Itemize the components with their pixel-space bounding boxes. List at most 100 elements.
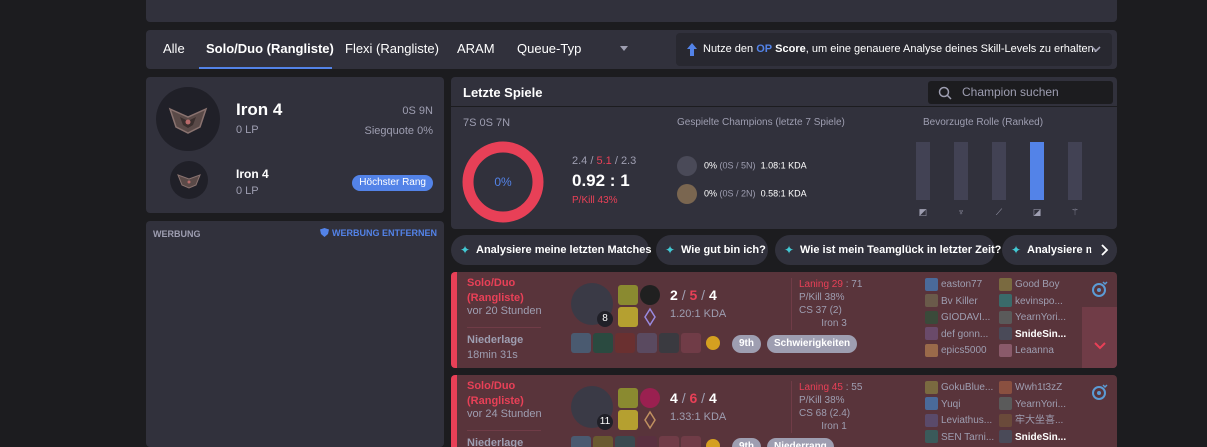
recent-summary: 7S 0S 7N [463, 117, 511, 129]
team-blue-list: GokuBlue... Yuqi Leviathus... SEN Tarni.… [925, 380, 994, 446]
tab-aram[interactable]: ARAM [457, 30, 495, 69]
match-kda-ratio: 1.20:1 KDA [670, 308, 727, 320]
player-row[interactable]: GokuBlue... [925, 380, 994, 397]
item-icon[interactable] [571, 333, 591, 353]
chips-next-button[interactable] [1091, 237, 1117, 263]
player-row[interactable]: Leaanna [999, 343, 1066, 360]
recent-games-header: Letzte Spiele Champion suchen [451, 77, 1117, 107]
player-name: def gonn... [941, 328, 989, 340]
item-icon[interactable] [615, 436, 635, 447]
chip-analyze-matches[interactable]: ✦ Analysiere meine letzten Matches [451, 235, 651, 265]
match-card[interactable]: Solo/Duo (Rangliste) vor 20 Stunden Niede… [451, 272, 1117, 368]
remove-ads-label: WERBUNG ENTFERNEN [332, 228, 437, 238]
player-row[interactable]: Yuqi [925, 397, 994, 414]
summoner-spell-icon[interactable] [618, 388, 638, 408]
player-row[interactable]: kevinspo... [999, 294, 1066, 311]
champion-row[interactable]: 0% (0S / 2N) 0.58:1 KDA [677, 184, 807, 204]
player-row[interactable]: YearnYori... [999, 397, 1066, 414]
player-row[interactable]: GIODAVI... [925, 310, 990, 327]
item-icon[interactable] [593, 436, 613, 447]
champion-icon [999, 327, 1012, 341]
item-icon[interactable] [593, 333, 613, 353]
player-name: Leviathus... [941, 415, 993, 426]
match-avg-rank: Iron 1 [821, 421, 847, 432]
player-name: YearnYori... [1015, 398, 1066, 410]
player-row[interactable]: 牢大坐喜... [999, 413, 1066, 430]
player-row[interactable]: SEN Tarni... [925, 430, 994, 447]
rune-secondary-icon[interactable] [640, 410, 660, 430]
player-name: kevinspo... [1015, 295, 1063, 307]
player-name: SnideSin... [1015, 328, 1067, 340]
item-icon[interactable] [659, 333, 679, 353]
role-mid-icon: ⟋ [995, 207, 1003, 217]
iron-emblem-small-icon [170, 161, 208, 199]
rune-icon[interactable] [640, 388, 660, 408]
op-score-banner[interactable]: Nutze den OP Score, um eine genauere Ana… [676, 33, 1112, 66]
champion-record: (0S / 5N) [719, 160, 756, 171]
player-name: Good Boy [1015, 279, 1060, 290]
player-name: SEN Tarni... [941, 431, 995, 443]
tab-solo-duo[interactable]: Solo/Duo (Rangliste) [206, 30, 334, 69]
ai-analyze-icon[interactable] [1089, 382, 1109, 402]
player-row[interactable]: Good Boy [999, 277, 1066, 294]
player-name: easton77 [941, 279, 983, 290]
player-row[interactable]: def gonn... [925, 327, 990, 344]
summoner-spell-icon[interactable] [618, 410, 638, 430]
player-row[interactable]: Bv Killer [925, 294, 990, 311]
match-card[interactable]: Solo/Duo (Rangliste) vor 24 Stunden Niede… [451, 375, 1117, 447]
chevron-down-icon[interactable] [620, 46, 628, 51]
item-icon[interactable] [637, 436, 657, 447]
laning-score: Laning 45 [799, 382, 843, 393]
item-icon[interactable] [615, 333, 635, 353]
item-icon[interactable] [571, 436, 591, 447]
header-strip [146, 0, 1117, 22]
chevron-down-icon[interactable] [1090, 43, 1102, 55]
player-row[interactable]: YearnYori... [999, 310, 1066, 327]
player-name: 牢大坐喜... [1015, 415, 1064, 426]
expand-match-button[interactable] [1082, 307, 1117, 368]
player-name: Yuqi [941, 398, 961, 410]
trinket-icon[interactable] [703, 436, 723, 447]
champion-icon [925, 430, 938, 444]
player-row[interactable]: epics5000 [925, 343, 990, 360]
player-name: YearnYori... [1015, 312, 1066, 323]
player-row[interactable]: easton77 [925, 277, 990, 294]
role-top-icon: ◩ [918, 207, 928, 217]
op-banner-score: Score [775, 43, 806, 55]
item-icon[interactable] [637, 333, 657, 353]
player-name: GIODAVI... [941, 312, 991, 323]
search-placeholder: Champion suchen [962, 85, 1059, 99]
laning-opponent: 55 [851, 382, 863, 393]
player-name: Leaanna [1015, 345, 1054, 356]
match-stats: Laning 29 : 71 P/Kill 38% CS 37 (2) Iron… [791, 278, 901, 330]
summoner-spell-icon[interactable] [618, 285, 638, 305]
player-row-self[interactable]: SnideSin... [999, 430, 1066, 447]
queue-type-select[interactable]: Queue-Typ [517, 30, 581, 69]
rune-icon[interactable] [640, 285, 660, 305]
player-row[interactable]: Leviathus... [925, 413, 994, 430]
chip-team-luck[interactable]: ✦ Wie ist mein Teamglück in letzter Zeit? [775, 235, 1001, 265]
tab-flex[interactable]: Flexi (Rangliste) [345, 30, 439, 69]
sparkle-icon: ✦ [665, 243, 676, 257]
shield-icon [320, 228, 329, 237]
recent-games-panel: Letzte Spiele Champion suchen 7S 0S 7N 0… [451, 77, 1117, 229]
chevron-right-icon [1101, 244, 1109, 256]
remove-ads-link[interactable]: WERBUNG ENTFERNEN [320, 228, 437, 238]
item-slot-empty [659, 436, 679, 447]
match-cs: CS 37 (2) [799, 305, 842, 316]
chip-how-good[interactable]: ✦ Wie gut bin ich? [656, 235, 768, 265]
player-row[interactable]: Wwh1t3zZ [999, 380, 1066, 397]
role-bar-adc [1030, 142, 1044, 200]
tab-all[interactable]: Alle [163, 30, 185, 69]
rune-secondary-icon[interactable] [640, 307, 660, 327]
ai-analyze-icon[interactable] [1089, 279, 1109, 299]
champion-row[interactable]: 0% (0S / 5N) 1.08:1 KDA [677, 156, 807, 176]
champion-level: 8 [597, 311, 613, 327]
champion-search-input[interactable]: Champion suchen [928, 81, 1113, 104]
player-name: SnideSin... [1015, 431, 1067, 443]
trinket-icon[interactable] [703, 333, 723, 353]
player-row-self[interactable]: SnideSin... [999, 327, 1066, 344]
champion-icon [925, 310, 938, 324]
ad-panel: WERBUNG WERBUNG ENTFERNEN [146, 221, 444, 447]
summoner-spell-icon[interactable] [618, 307, 638, 327]
